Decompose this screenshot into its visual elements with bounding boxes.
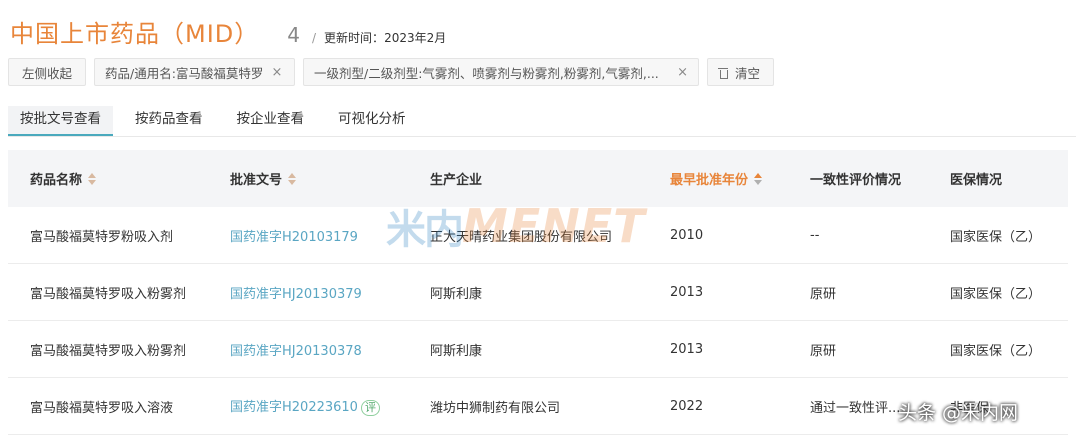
cell-year: 2022 bbox=[670, 398, 704, 414]
approval-number-link[interactable]: 国药准字H20223610 bbox=[230, 400, 358, 415]
drug-filter-label: 药品/通用名:富马酸福莫特罗 bbox=[105, 65, 264, 81]
cell-consistency: 原研 bbox=[810, 343, 837, 359]
collapse-sidebar-label: 左侧收起 bbox=[21, 65, 72, 81]
cell-approval-number: 国药准字H20223610 评 bbox=[208, 396, 408, 416]
sort-icon[interactable] bbox=[288, 172, 297, 185]
cell-manufacturer: 正大天晴药业集团股份有限公司 bbox=[430, 229, 613, 245]
clear-filters-button[interactable]: 清空 bbox=[707, 58, 774, 86]
page-header: 中国上市药品（MID） 4 / 更新时间： 2023年2月 bbox=[10, 14, 446, 48]
table-row: 富马酸福莫特罗吸入粉雾剂 国药准字HJ20130379 阿斯利康 2013 原研… bbox=[8, 264, 1068, 321]
cell-year: 2010 bbox=[670, 227, 704, 243]
collapse-sidebar-button[interactable]: 左侧收起 bbox=[8, 58, 86, 86]
remove-drug-filter-icon[interactable]: × bbox=[271, 65, 282, 80]
form-filter-label: 一级剂型/二级剂型:气雾剂、喷雾剂与粉雾剂,粉雾剂,气雾剂,... bbox=[314, 65, 659, 81]
cell-drug-name: 富马酸福莫特罗吸入溶液 bbox=[30, 400, 174, 416]
cell-consistency: 通过一致性评... bbox=[810, 400, 901, 416]
tab-visual-analysis[interactable]: 可视化分析 bbox=[326, 106, 418, 136]
evaluation-badge: 评 bbox=[360, 400, 380, 416]
tab-by-drug[interactable]: 按药品查看 bbox=[123, 106, 215, 136]
table-row: 富马酸福莫特罗吸入粉雾剂 国药准字HJ20130378 阿斯利康 2013 原研… bbox=[8, 321, 1068, 378]
cell-year: 2013 bbox=[670, 284, 704, 300]
tab-by-company[interactable]: 按企业查看 bbox=[225, 106, 317, 136]
cell-consistency: 原研 bbox=[810, 286, 837, 302]
tabs-divider bbox=[8, 136, 1076, 137]
sort-icon[interactable] bbox=[88, 172, 97, 185]
filter-bar: 左侧收起 药品/通用名:富马酸福莫特罗 × 一级剂型/二级剂型:气雾剂、喷雾剂与… bbox=[8, 58, 774, 86]
results-table: 药品名称 批准文号 生产企业 最早批准年份 一致性评价情况 医保情况 富马酸福莫… bbox=[8, 150, 1068, 445]
trash-icon bbox=[718, 67, 728, 79]
header-separator: / bbox=[312, 31, 317, 45]
cell-insurance: 国家医保（乙） bbox=[950, 343, 1042, 359]
clear-filters-label: 清空 bbox=[735, 65, 761, 81]
column-header-manufacturer: 生产企业 bbox=[430, 173, 483, 188]
view-tabs: 按批文号查看 按药品查看 按企业查看 可视化分析 bbox=[8, 106, 428, 136]
column-header-insurance: 医保情况 bbox=[950, 173, 1003, 188]
drug-filter-chip: 药品/通用名:富马酸福莫特罗 × bbox=[94, 58, 295, 86]
table-row: 富马酸福莫特罗吸入溶液 国药准字H20223610 评 潍坊中狮制药有限公司 20… bbox=[8, 378, 1068, 435]
column-header-consistency: 一致性评价情况 bbox=[810, 173, 902, 188]
sort-active-icon[interactable] bbox=[754, 172, 763, 185]
update-time-label: 更新时间： bbox=[324, 31, 385, 45]
table-row: 富马酸福莫特罗粉吸入剂 国药准字H20103179 正大天晴药业集团股份有限公司… bbox=[8, 207, 1068, 264]
cell-manufacturer: 阿斯利康 bbox=[430, 286, 483, 302]
approval-number-link[interactable]: 国药准字HJ20130378 bbox=[208, 340, 408, 359]
column-header-drug-name[interactable]: 药品名称 bbox=[8, 169, 208, 188]
table-header: 药品名称 批准文号 生产企业 最早批准年份 一致性评价情况 医保情况 bbox=[8, 150, 1068, 207]
cell-year: 2013 bbox=[670, 341, 704, 357]
tab-by-approval[interactable]: 按批文号查看 bbox=[8, 106, 113, 136]
column-header-approval-number[interactable]: 批准文号 bbox=[208, 169, 408, 188]
column-header-earliest-year[interactable]: 最早批准年份 bbox=[648, 169, 788, 188]
cell-manufacturer: 阿斯利康 bbox=[430, 343, 483, 359]
cell-consistency: -- bbox=[810, 227, 820, 243]
approval-number-link[interactable]: 国药准字HJ20130379 bbox=[208, 283, 408, 302]
cell-insurance: 非医保 bbox=[950, 400, 990, 416]
cell-manufacturer: 潍坊中狮制药有限公司 bbox=[430, 400, 561, 416]
remove-form-filter-icon[interactable]: × bbox=[677, 65, 688, 80]
result-count: 4 bbox=[287, 23, 300, 47]
cell-drug-name: 富马酸福莫特罗吸入粉雾剂 bbox=[30, 286, 187, 302]
page-title: 中国上市药品（MID） bbox=[10, 20, 260, 48]
approval-number-link[interactable]: 国药准字H20103179 bbox=[208, 226, 408, 245]
update-time-value: 2023年2月 bbox=[384, 31, 447, 45]
cell-insurance: 国家医保（乙） bbox=[950, 229, 1042, 245]
cell-drug-name: 富马酸福莫特罗吸入粉雾剂 bbox=[30, 343, 187, 359]
cell-insurance: 国家医保（乙） bbox=[950, 286, 1042, 302]
form-filter-chip: 一级剂型/二级剂型:气雾剂、喷雾剂与粉雾剂,粉雾剂,气雾剂,... × bbox=[303, 58, 699, 86]
cell-drug-name: 富马酸福莫特罗粉吸入剂 bbox=[30, 229, 174, 245]
